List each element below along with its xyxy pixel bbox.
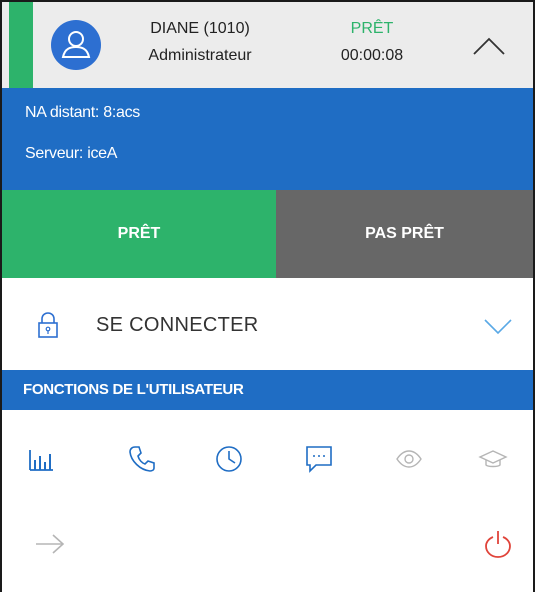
user-functions-toolbar [2, 410, 533, 510]
agent-panel: DIANE (1010) Administrateur PRÊT 00:00:0… [0, 0, 535, 592]
phone-icon[interactable] [127, 444, 157, 474]
agent-role: Administrateur [148, 47, 252, 64]
avatar [51, 20, 101, 70]
bar-chart-icon[interactable] [26, 444, 56, 474]
connection-info: NA distant: 8:acs Serveur: iceA [2, 88, 533, 190]
power-icon[interactable] [485, 530, 511, 558]
remote-agent-label: NA distant: 8:acs [25, 104, 140, 121]
not-ready-button[interactable]: PAS PRÊT [276, 190, 533, 278]
user-icon [61, 31, 91, 58]
user-functions-header: FONCTIONS DE L'UTILISATEUR [2, 370, 533, 410]
agent-state: PRÊT [350, 20, 394, 37]
collapse-button[interactable] [468, 30, 510, 60]
connect-row[interactable]: SE CONNECTER [2, 278, 533, 370]
lock-icon [38, 312, 58, 338]
eye-icon[interactable] [394, 444, 424, 474]
chevron-up-icon [473, 37, 505, 55]
connect-label: SE CONNECTER [96, 314, 259, 336]
state-timer: 00:00:08 [340, 47, 404, 64]
ready-button[interactable]: PRÊT [2, 190, 276, 278]
user-functions-title: FONCTIONS DE L'UTILISATEUR [23, 381, 244, 398]
agent-name: DIANE (1010) [150, 20, 250, 37]
arrow-right-icon[interactable] [34, 532, 66, 556]
graduation-cap-icon[interactable] [478, 444, 508, 474]
status-indicator [9, 2, 33, 88]
chevron-down-icon [484, 319, 512, 335]
clock-icon[interactable] [214, 444, 244, 474]
chat-icon[interactable] [304, 444, 334, 474]
agent-header: DIANE (1010) Administrateur PRÊT 00:00:0… [2, 2, 533, 88]
server-label: Serveur: iceA [25, 145, 118, 162]
